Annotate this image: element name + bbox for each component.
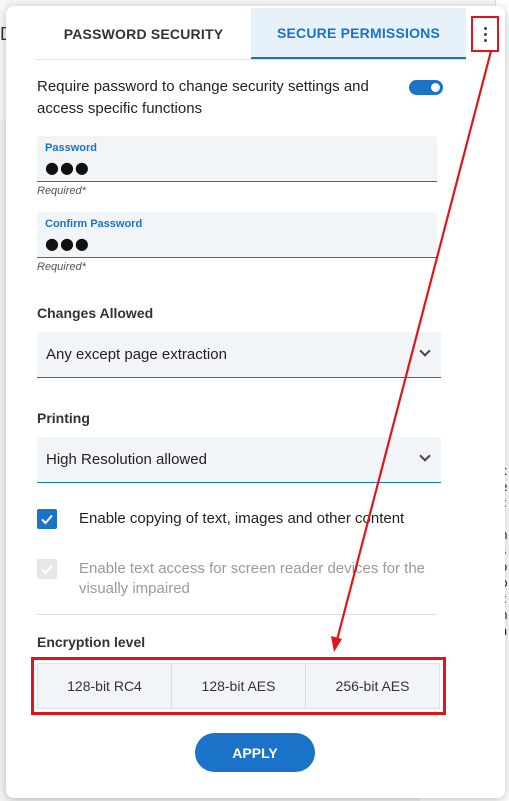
more-vertical-icon-dot xyxy=(483,32,487,36)
confirm-password-field[interactable]: Confirm Password ●●● xyxy=(37,212,437,258)
require-password-row: Require password to change security sett… xyxy=(37,76,447,120)
chevron-down-icon xyxy=(419,345,431,357)
changes-allowed-select[interactable]: Any except page extraction xyxy=(37,332,441,378)
encryption-level-group: 128-bit RC4 128-bit AES 256-bit AES xyxy=(37,663,440,709)
printing-select[interactable]: High Resolution allowed xyxy=(37,437,441,483)
toggle-knob xyxy=(431,83,440,92)
confirm-password-helper-text: Required* xyxy=(37,261,86,273)
tab-password-security[interactable]: PASSWORD SECURITY xyxy=(36,8,251,59)
changes-allowed-label: Changes Allowed xyxy=(37,305,154,321)
tab-bar: PASSWORD SECURITY SECURE PERMISSIONS xyxy=(36,8,466,60)
apply-button[interactable]: APPLY xyxy=(195,733,315,772)
password-helper-text: Required* xyxy=(37,185,86,197)
enable-screen-reader-checkbox[interactable] xyxy=(37,559,57,579)
printing-value: High Resolution allowed xyxy=(46,451,207,468)
checkmark-icon xyxy=(41,514,53,525)
section-divider xyxy=(37,614,437,615)
enable-screen-reader-row: Enable text access for screen reader dev… xyxy=(37,559,447,599)
confirm-password-field-label: Confirm Password xyxy=(45,218,143,230)
encryption-option-128-rc4[interactable]: 128-bit RC4 xyxy=(38,664,172,708)
password-field-label: Password xyxy=(45,142,97,154)
encryption-level-label: Encryption level xyxy=(37,634,146,650)
printing-label: Printing xyxy=(37,410,90,426)
more-vertical-icon xyxy=(483,26,487,30)
enable-copying-label: Enable copying of text, images and other… xyxy=(79,510,405,527)
more-options-button[interactable] xyxy=(471,16,499,52)
checkmark-icon xyxy=(41,564,53,575)
password-field-value: ●●● xyxy=(45,158,90,177)
require-password-toggle[interactable] xyxy=(409,80,443,95)
chevron-down-icon xyxy=(419,450,431,462)
security-dialog: PASSWORD SECURITY SECURE PERMISSIONS Req… xyxy=(6,6,505,798)
encryption-option-256-aes[interactable]: 256-bit AES xyxy=(306,664,439,708)
changes-allowed-value: Any except page extraction xyxy=(46,346,227,363)
encryption-option-128-aes[interactable]: 128-bit AES xyxy=(172,664,306,708)
enable-screen-reader-label: Enable text access for screen reader dev… xyxy=(79,560,426,597)
tab-secure-permissions[interactable]: SECURE PERMISSIONS xyxy=(251,8,466,59)
require-password-label: Require password to change security sett… xyxy=(37,78,369,117)
enable-copying-row: Enable copying of text, images and other… xyxy=(37,509,447,529)
enable-copying-checkbox[interactable] xyxy=(37,509,57,529)
confirm-password-field-value: ●●● xyxy=(45,234,90,253)
password-field[interactable]: Password ●●● xyxy=(37,136,437,182)
more-vertical-icon-dot xyxy=(483,38,487,42)
